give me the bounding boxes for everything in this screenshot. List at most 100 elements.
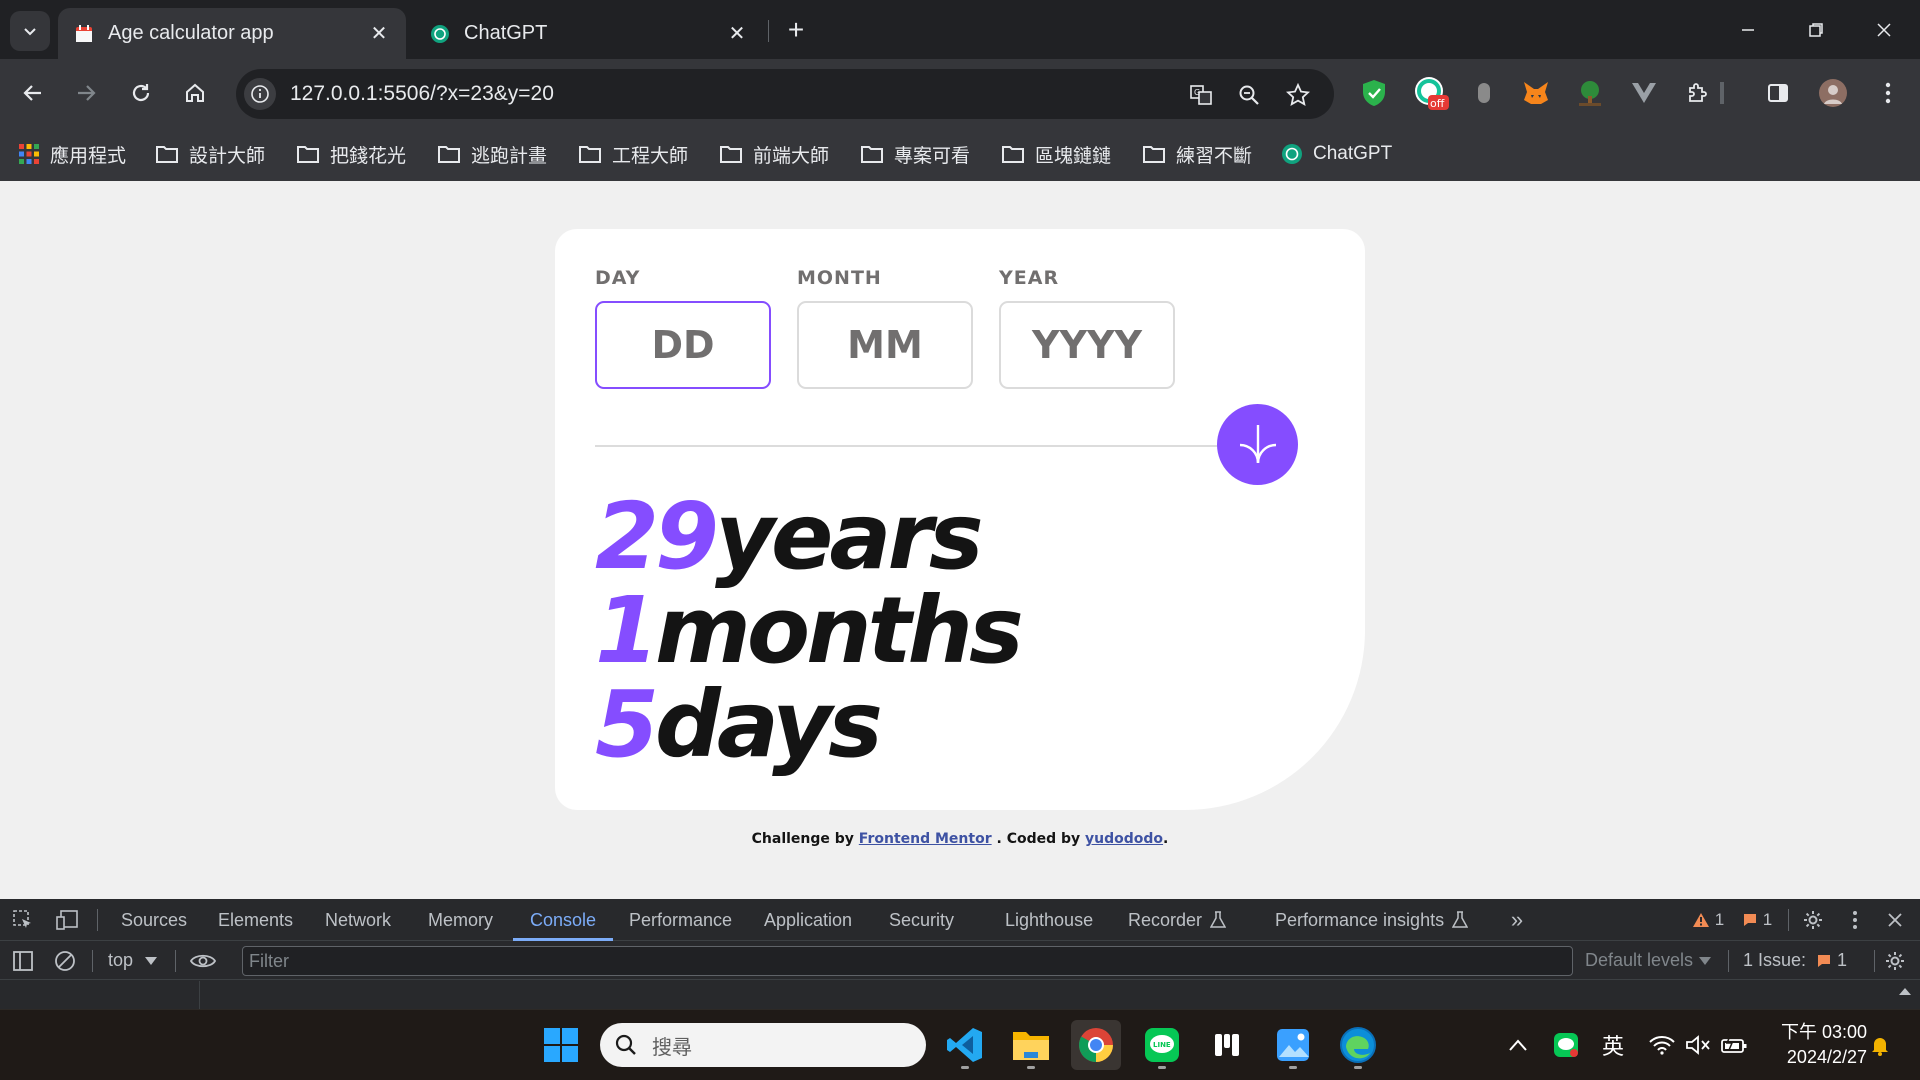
devtools-tab-memory[interactable]: Memory: [428, 899, 493, 941]
minimize-button[interactable]: [1726, 10, 1770, 50]
live-expression-eye-icon[interactable]: [188, 946, 218, 976]
devtools-tab-sources[interactable]: Sources: [121, 899, 187, 941]
devtools-tab-security[interactable]: Security: [889, 899, 954, 941]
shield-extension-icon[interactable]: [1356, 75, 1392, 111]
address-bar[interactable]: 127.0.0.1:5506/?x=23&y=20 G: [236, 69, 1334, 119]
bookmark-folder[interactable]: 區塊鏈鏈: [1001, 139, 1111, 169]
bookmark-chatgpt[interactable]: ChatGPT: [1281, 139, 1392, 169]
devtools-settings-icon[interactable]: [1798, 905, 1828, 935]
home-button[interactable]: [175, 73, 215, 113]
back-button[interactable]: [13, 73, 53, 113]
line-app[interactable]: LINE: [1137, 1020, 1187, 1070]
warnings-counter[interactable]: 1: [1683, 905, 1733, 935]
close-tab-icon[interactable]: ✕: [368, 23, 390, 45]
apps-grid-icon: [19, 144, 39, 164]
system-clock[interactable]: 下午 03:00 2024/2/27: [1767, 1020, 1867, 1070]
author-link[interactable]: yudododo: [1085, 831, 1163, 847]
zoom-icon[interactable]: [1236, 82, 1262, 108]
side-panel-icon[interactable]: [1760, 75, 1796, 111]
battery-icon[interactable]: [1719, 1030, 1749, 1060]
year-input[interactable]: [999, 301, 1175, 389]
volume-muted-icon[interactable]: [1683, 1030, 1713, 1060]
tab-search-button[interactable]: [10, 11, 50, 51]
input-method-indicator[interactable]: 英: [1598, 1030, 1628, 1060]
show-hidden-icons-button[interactable]: [1503, 1030, 1533, 1060]
tab-label: Recorder: [1128, 909, 1203, 930]
bookmark-folder[interactable]: 逃跑計畫: [437, 139, 547, 169]
taskbar-search[interactable]: 搜尋: [600, 1023, 926, 1067]
mouse-extension-icon[interactable]: [1466, 75, 1502, 111]
errors-count: 1: [1762, 910, 1773, 929]
bookmark-folder[interactable]: 設計大師: [155, 139, 265, 169]
extensions-puzzle-icon[interactable]: [1680, 75, 1716, 111]
bookmark-label: 專案可看: [894, 145, 971, 167]
browser-tab-strip: Age calculator app ✕ ChatGPT ✕ +: [0, 0, 1920, 59]
errors-counter[interactable]: 1: [1734, 905, 1780, 935]
more-tabs-icon[interactable]: »: [1502, 905, 1532, 935]
clear-console-icon[interactable]: [50, 946, 80, 976]
profile-avatar[interactable]: [1815, 75, 1851, 111]
frontend-mentor-link[interactable]: Frontend Mentor: [859, 831, 992, 847]
calculate-button[interactable]: [1217, 404, 1298, 485]
notification-bell-icon[interactable]: [1865, 1030, 1895, 1060]
photos-app[interactable]: [1268, 1020, 1318, 1070]
restore-button[interactable]: [1794, 10, 1838, 50]
years-unit: years: [715, 483, 984, 590]
bookmark-folder[interactable]: 把錢花光: [296, 139, 406, 169]
edge-app[interactable]: [1333, 1020, 1383, 1070]
metamask-fox-icon[interactable]: [1518, 75, 1554, 111]
devtools-tab-performance-insights[interactable]: Performance insights: [1275, 899, 1469, 941]
console-filter-input[interactable]: [242, 946, 1573, 976]
bookmark-folder[interactable]: 工程大師: [578, 139, 688, 169]
error-flag-icon: [1743, 914, 1756, 926]
new-tab-button[interactable]: +: [780, 14, 812, 46]
grammarly-extension-icon[interactable]: off: [1410, 75, 1452, 111]
folder-icon: [156, 146, 178, 163]
log-levels-dropdown[interactable]: Default levels: [1585, 950, 1712, 971]
devtools-tab-network[interactable]: Network: [325, 899, 391, 941]
inspect-element-icon[interactable]: [8, 905, 38, 935]
file-explorer-app[interactable]: [1006, 1020, 1056, 1070]
devtools-tab-application[interactable]: Application: [764, 899, 852, 941]
issues-counter[interactable]: 1 Issue: 1: [1743, 950, 1847, 971]
attribution-prefix: Challenge by: [751, 831, 854, 847]
line-tray-icon[interactable]: [1551, 1030, 1581, 1060]
chrome-app[interactable]: [1071, 1020, 1121, 1070]
wifi-icon[interactable]: [1647, 1030, 1677, 1060]
vue-devtools-icon[interactable]: [1626, 75, 1662, 111]
notion-app[interactable]: [1202, 1020, 1252, 1070]
site-info-icon[interactable]: [244, 78, 276, 110]
close-tab-icon[interactable]: ✕: [726, 23, 748, 45]
start-button[interactable]: [536, 1020, 586, 1070]
bookmark-folder[interactable]: 練習不斷: [1142, 139, 1252, 169]
devtools-tab-elements[interactable]: Elements: [218, 899, 293, 941]
reload-button[interactable]: [121, 73, 161, 113]
bookmark-folder[interactable]: 專案可看: [860, 139, 970, 169]
devtools-tab-lighthouse[interactable]: Lighthouse: [1005, 899, 1093, 941]
days-unit: days: [655, 671, 883, 778]
day-input[interactable]: [595, 301, 771, 389]
bookmark-folder[interactable]: 前端大師: [719, 139, 829, 169]
context-selector[interactable]: top: [108, 950, 158, 971]
close-window-button[interactable]: [1862, 10, 1906, 50]
devtools-tab-console[interactable]: Console: [530, 899, 596, 941]
forward-button[interactable]: [66, 73, 106, 113]
devtools-tab-recorder[interactable]: Recorder: [1128, 899, 1227, 941]
devtools-menu-icon[interactable]: [1840, 905, 1870, 935]
devtools-close-icon[interactable]: [1880, 905, 1910, 935]
console-settings-icon[interactable]: [1880, 946, 1910, 976]
browser-toolbar: 127.0.0.1:5506/?x=23&y=20 G off: [0, 59, 1920, 129]
device-toolbar-icon[interactable]: [52, 905, 82, 935]
translate-icon[interactable]: G: [1188, 82, 1214, 108]
month-input[interactable]: [797, 301, 973, 389]
console-scrollbar[interactable]: [1898, 983, 1912, 1007]
tab-age-calculator[interactable]: Age calculator app ✕: [58, 8, 406, 59]
sidebar-toggle-icon[interactable]: [8, 946, 38, 976]
bookmark-star-icon[interactable]: [1285, 82, 1311, 108]
bookmark-apps[interactable]: 應用程式: [18, 139, 126, 169]
vscode-app[interactable]: [940, 1020, 990, 1070]
browser-menu-icon[interactable]: [1870, 75, 1906, 111]
tab-chatgpt[interactable]: ChatGPT ✕: [414, 8, 764, 59]
tree-extension-icon[interactable]: [1572, 75, 1608, 111]
devtools-tab-performance[interactable]: Performance: [629, 899, 732, 941]
